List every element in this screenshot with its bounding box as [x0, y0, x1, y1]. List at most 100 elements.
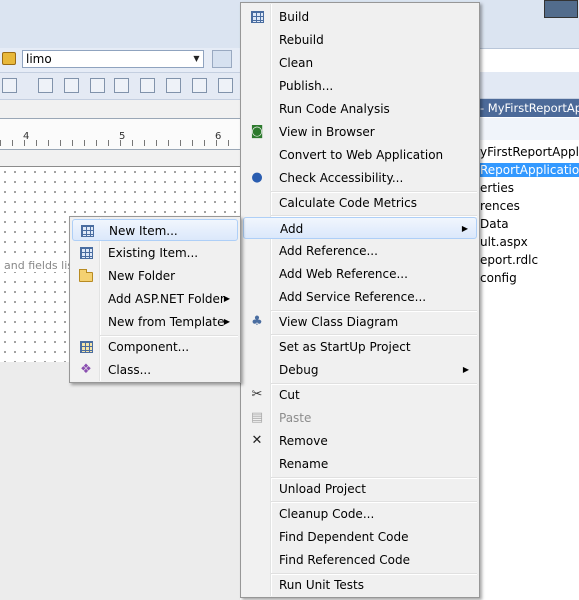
submenu-item-add-aspnet-folder[interactable]: Add ASP.NET Folder ▶ [72, 288, 238, 310]
submenu-item-new-item[interactable]: New Item... [72, 219, 238, 241]
menu-item-find-dependent-code[interactable]: Find Dependent Code [243, 526, 477, 548]
menu-item-check-accessibility[interactable]: ● Check Accessibility... [243, 167, 477, 189]
submenu-item-new-folder[interactable]: New Folder [72, 265, 238, 287]
align-middle-icon[interactable] [90, 78, 105, 93]
align-right-icon[interactable] [114, 78, 129, 93]
menu-item-cleanup-code[interactable]: Cleanup Code... [243, 503, 477, 525]
submenu-arrow-icon: ▶ [461, 224, 468, 233]
menu-label: Cleanup Code... [279, 507, 375, 521]
menu-label: Convert to Web Application [279, 148, 444, 162]
menu-label: Check Accessibility... [279, 171, 404, 185]
align-center-icon[interactable] [64, 78, 79, 93]
menu-label: Cut [279, 388, 300, 402]
menu-item-add[interactable]: Add ▶ [243, 217, 477, 239]
menu-item-cut[interactable]: ✂ Cut [243, 384, 477, 406]
menu-label: Unload Project [279, 482, 366, 496]
existing-item-icon [80, 247, 93, 259]
designer-bottom [0, 362, 240, 600]
menu-item-view-in-browser[interactable]: ◙ View in Browser [243, 121, 477, 143]
combo-action-button[interactable] [212, 50, 232, 68]
remove-x-icon: ✕ [251, 433, 263, 448]
report-icon[interactable] [2, 52, 16, 65]
menu-label: Add Web Reference... [279, 267, 408, 281]
solution-toolbar [480, 72, 579, 99]
menu-label: Add [280, 222, 304, 236]
solution-item[interactable]: rences [480, 199, 579, 213]
size-icon[interactable] [192, 78, 207, 93]
menu-label: Component... [108, 340, 190, 354]
submenu-item-new-from-template[interactable]: New from Template ▶ [72, 311, 238, 333]
solution-item[interactable]: eport.rdlc [480, 253, 579, 267]
submenu-arrow-icon: ▶ [462, 365, 469, 374]
chevron-down-icon[interactable]: ▼ [190, 51, 203, 67]
menu-label: Set as StartUp Project [279, 340, 411, 354]
menu-item-convert-to-web-application[interactable]: Convert to Web Application [243, 144, 477, 166]
menu-label: Find Dependent Code [279, 530, 409, 544]
menu-label: Rebuild [279, 33, 324, 47]
menu-item-clean[interactable]: Clean [243, 52, 477, 74]
align-top-icon[interactable] [140, 78, 155, 93]
accessibility-icon: ● [251, 170, 263, 185]
menu-label: Existing Item... [108, 246, 199, 260]
solution-iconbar [480, 118, 579, 140]
menu-item-rename[interactable]: Rename [243, 453, 477, 475]
menu-label: Class... [108, 363, 152, 377]
ruler-number: 5 [119, 131, 126, 142]
solution-item[interactable]: Data [480, 217, 579, 231]
menu-item-paste[interactable]: ▤ Paste [243, 407, 477, 429]
class-icon: ❖ [80, 362, 92, 377]
solution-title-text: - MyFirstReportAp [480, 101, 579, 115]
menu-label: Run Unit Tests [279, 578, 364, 592]
menu-label: New from Template [108, 315, 225, 329]
solution-item[interactable]: config [480, 271, 579, 285]
solution-item-selected[interactable]: ReportApplication [480, 163, 579, 177]
solution-item[interactable]: erties [480, 181, 579, 195]
folder-icon [79, 269, 93, 282]
menu-item-unload-project[interactable]: Unload Project [243, 478, 477, 500]
menu-item-build[interactable]: Build [243, 6, 477, 28]
menu-item-run-code-analysis[interactable]: Run Code Analysis [243, 98, 477, 120]
component-icon [80, 341, 93, 353]
submenu-item-class[interactable]: ❖ Class... [72, 359, 238, 381]
menu-item-publish[interactable]: Publish... [243, 75, 477, 97]
new-item-icon [81, 225, 94, 237]
menu-item-add-web-reference[interactable]: Add Web Reference... [243, 263, 477, 285]
menu-item-run-unit-tests[interactable]: Run Unit Tests [243, 574, 477, 596]
menu-label: Paste [279, 411, 312, 425]
solution-item[interactable]: ult.aspx [480, 235, 579, 249]
menu-item-calculate-code-metrics[interactable]: Calculate Code Metrics [243, 192, 477, 214]
menu-item-add-reference[interactable]: Add Reference... [243, 240, 477, 262]
class-diagram-icon: ♣ [251, 314, 263, 329]
solution-item[interactable]: yFirstReportApplica [480, 145, 579, 159]
menu-item-set-as-startup-project[interactable]: Set as StartUp Project [243, 336, 477, 358]
menu-item-rebuild[interactable]: Rebuild [243, 29, 477, 51]
submenu-arrow-icon: ▶ [223, 294, 230, 303]
menu-label: Rename [279, 457, 329, 471]
ruler-number: 6 [215, 131, 222, 142]
paste-icon: ▤ [250, 410, 264, 425]
menu-item-debug[interactable]: Debug ▶ [243, 359, 477, 381]
menu-label: Publish... [279, 79, 334, 93]
menu-item-add-service-reference[interactable]: Add Service Reference... [243, 286, 477, 308]
menu-label: Calculate Code Metrics [279, 196, 417, 210]
menu-label: New Item... [109, 224, 178, 238]
submenu-item-component[interactable]: Component... [72, 336, 238, 358]
project-combo-value: limo [26, 52, 52, 66]
submenu-arrow-icon: ▶ [223, 317, 230, 326]
submenu-item-existing-item[interactable]: Existing Item... [72, 242, 238, 264]
browser-icon: ◙ [250, 124, 264, 139]
menu-label: Run Code Analysis [279, 102, 390, 116]
menu-label: New Folder [108, 269, 176, 283]
spacing-icon[interactable] [218, 78, 233, 93]
menu-item-find-referenced-code[interactable]: Find Referenced Code [243, 549, 477, 571]
menu-label: Add ASP.NET Folder [108, 292, 225, 306]
menu-label: Find Referenced Code [279, 553, 410, 567]
align-icon[interactable] [2, 78, 17, 93]
menu-item-view-class-diagram[interactable]: ♣ View Class Diagram [243, 311, 477, 333]
menu-item-remove[interactable]: ✕ Remove [243, 430, 477, 452]
align-left-icon[interactable] [38, 78, 53, 93]
solution-title: - MyFirstReportAp [480, 99, 579, 117]
build-grid-icon [251, 11, 264, 23]
align-bottom-icon[interactable] [166, 78, 181, 93]
window-close-button[interactable] [544, 0, 578, 18]
